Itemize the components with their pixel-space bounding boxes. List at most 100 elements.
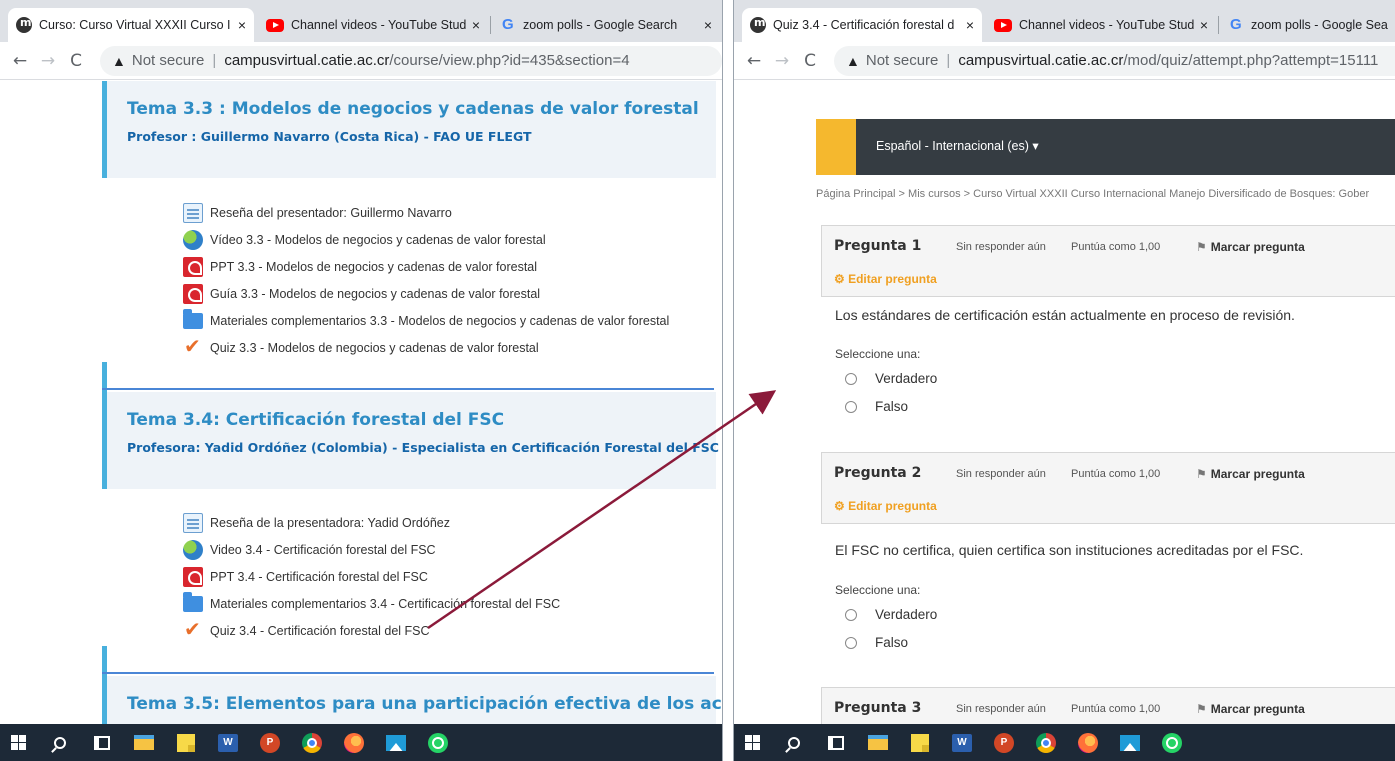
google-icon: G <box>502 16 514 33</box>
whatsapp-icon[interactable] <box>1154 724 1190 761</box>
windows-taskbar: W P <box>734 724 1395 761</box>
course-page: Tema 3.3 : Modelos de negocios y cadenas… <box>0 81 722 724</box>
activity-item[interactable]: Materiales complementarios 3.3 - Modelos… <box>183 307 669 334</box>
close-icon[interactable]: × <box>966 17 974 33</box>
flag-icon: ⚑ <box>1196 240 1207 254</box>
close-icon[interactable]: × <box>1200 17 1208 33</box>
pdf-icon <box>183 566 203 587</box>
forward-icon[interactable]: → <box>770 51 794 71</box>
word-icon[interactable]: W <box>944 724 980 761</box>
activity-item[interactable]: PPT 3.4 - Certificación forestal del FSC <box>183 563 560 590</box>
page-icon <box>183 202 203 223</box>
reload-icon[interactable]: C <box>798 51 822 71</box>
close-icon[interactable]: × <box>238 17 246 33</box>
chrome-icon[interactable] <box>294 724 330 761</box>
activity-item[interactable]: Reseña de la presentadora: Yadid Ordóñez <box>183 509 560 536</box>
radio-button[interactable] <box>845 636 857 649</box>
language-bar: Español - Internacional (es) ▾ <box>816 119 1395 175</box>
flag-question-button[interactable]: ⚑ Marcar pregunta <box>1196 467 1305 481</box>
left-browser-window: Curso: Curso Virtual XXXII Curso I × Cha… <box>0 0 723 761</box>
activity-item[interactable]: Materiales complementarios 3.4 - Certifi… <box>183 590 560 617</box>
tab-youtube-studio[interactable]: Channel videos - YouTube Studio × <box>986 8 1216 42</box>
tab-google-search[interactable]: G zoom polls - Google Search <box>1222 8 1395 42</box>
photos-icon[interactable] <box>378 724 414 761</box>
question-grade: Puntúa como 1,00 <box>1071 468 1161 480</box>
close-icon[interactable]: × <box>704 17 712 33</box>
file-explorer-icon[interactable] <box>860 724 896 761</box>
task-view-icon[interactable] <box>84 724 120 761</box>
sticky-notes-icon[interactable] <box>168 724 204 761</box>
edit-question-link[interactable]: ⚙ Editar pregunta <box>834 499 937 513</box>
answer-option[interactable]: Verdadero <box>845 607 937 622</box>
section-divider <box>102 388 714 390</box>
tab-course[interactable]: Curso: Curso Virtual XXXII Curso I × <box>8 8 254 42</box>
powerpoint-icon[interactable]: P <box>252 724 288 761</box>
powerpoint-icon[interactable]: P <box>986 724 1022 761</box>
question-state: Sin responder aún <box>956 468 1046 480</box>
whatsapp-icon[interactable] <box>420 724 456 761</box>
windows-start-icon[interactable] <box>734 724 770 761</box>
address-bar[interactable]: ▲ Not secure | campusvirtual.catie.ac.cr… <box>100 45 722 76</box>
activity-item[interactable]: Vídeo 3.3 - Modelos de negocios y cadena… <box>183 226 669 253</box>
word-icon[interactable]: W <box>210 724 246 761</box>
forward-icon[interactable]: → <box>36 51 60 71</box>
section-header-3-3: Tema 3.3 : Modelos de negocios y cadenas… <box>102 81 716 178</box>
activity-item[interactable]: PPT 3.3 - Modelos de negocios y cadenas … <box>183 253 669 280</box>
firefox-icon[interactable] <box>1070 724 1106 761</box>
activity-item-quiz-3-4[interactable]: Quiz 3.4 - Certificación forestal del FS… <box>183 617 560 644</box>
tab-google-search[interactable]: G zoom polls - Google Search × <box>494 8 720 42</box>
sticky-notes-icon[interactable] <box>902 724 938 761</box>
section-title[interactable]: Tema 3.3 : Modelos de negocios y cadenas… <box>127 99 716 119</box>
answer-option[interactable]: Falso <box>845 399 908 414</box>
edit-question-link[interactable]: ⚙ Editar pregunta <box>834 272 937 286</box>
answer-option[interactable]: Verdadero <box>845 371 937 386</box>
breadcrumb[interactable]: Página Principal > Mis cursos > Curso Vi… <box>816 188 1369 200</box>
activity-label: PPT 3.4 - Certificación forestal del FSC <box>210 569 428 584</box>
flag-icon: ⚑ <box>1196 702 1207 716</box>
radio-button[interactable] <box>845 372 857 385</box>
activity-item[interactable]: Guía 3.3 - Modelos de negocios y cadenas… <box>183 280 669 307</box>
activity-label: Materiales complementarios 3.3 - Modelos… <box>210 313 670 328</box>
section-header-3-5: Tema 3.5: Elementos para una participaci… <box>102 676 722 724</box>
back-icon[interactable]: ← <box>8 51 32 71</box>
flag-question-button[interactable]: ⚑ Marcar pregunta <box>1196 240 1305 254</box>
activity-item[interactable]: Video 3.4 - Certificación forestal del F… <box>183 536 560 563</box>
photos-icon[interactable] <box>1112 724 1148 761</box>
task-view-icon[interactable] <box>818 724 854 761</box>
section-title[interactable]: Tema 3.4: Certificación forestal del FSC <box>127 410 716 430</box>
reload-icon[interactable]: C <box>64 51 88 71</box>
activity-label: Quiz 3.4 - Certificación forestal del FS… <box>210 623 430 638</box>
radio-button[interactable] <box>845 608 857 621</box>
pdf-icon <box>183 283 203 304</box>
chrome-icon[interactable] <box>1028 724 1064 761</box>
language-selector[interactable]: Español - Internacional (es) ▾ <box>876 138 1039 153</box>
moodle-icon <box>16 16 32 33</box>
answer-option[interactable]: Falso <box>845 635 908 650</box>
activity-label: Guía 3.3 - Modelos de negocios y cadenas… <box>210 286 541 301</box>
section-instructor: Profesor : Guillermo Navarro (Costa Rica… <box>127 129 532 144</box>
folder-icon <box>183 308 203 329</box>
search-icon[interactable] <box>776 724 812 761</box>
url-path: /course/view.php?id=435&section=4 <box>389 52 630 69</box>
close-icon[interactable]: × <box>472 17 480 33</box>
quiz-icon <box>183 334 203 358</box>
tab-quiz[interactable]: Quiz 3.4 - Certificación forestal d × <box>742 8 982 42</box>
question-state: Sin responder aún <box>956 703 1046 715</box>
google-icon: G <box>1230 16 1242 33</box>
radio-button[interactable] <box>845 400 857 413</box>
tab-youtube-studio[interactable]: Channel videos - YouTube Studio × <box>258 8 488 42</box>
activity-item[interactable]: Quiz 3.3 - Modelos de negocios y cadenas… <box>183 334 669 361</box>
section-title[interactable]: Tema 3.5: Elementos para una participaci… <box>127 694 722 714</box>
file-explorer-icon[interactable] <box>126 724 162 761</box>
flag-question-button[interactable]: ⚑ Marcar pregunta <box>1196 702 1305 716</box>
address-bar[interactable]: ▲ Not secure | campusvirtual.catie.ac.cr… <box>834 45 1395 76</box>
back-icon[interactable]: ← <box>742 51 766 71</box>
activity-item[interactable]: Reseña del presentador: Guillermo Navarr… <box>183 199 669 226</box>
youtube-icon <box>266 18 284 32</box>
question-2-info: Pregunta 2 Sin responder aún Puntúa como… <box>821 452 1395 524</box>
windows-start-icon[interactable] <box>0 724 36 761</box>
search-icon[interactable] <box>42 724 78 761</box>
activity-label: Quiz 3.3 - Modelos de negocios y cadenas… <box>210 340 539 355</box>
firefox-icon[interactable] <box>336 724 372 761</box>
tab-title: Channel videos - YouTube Studio <box>291 18 466 32</box>
